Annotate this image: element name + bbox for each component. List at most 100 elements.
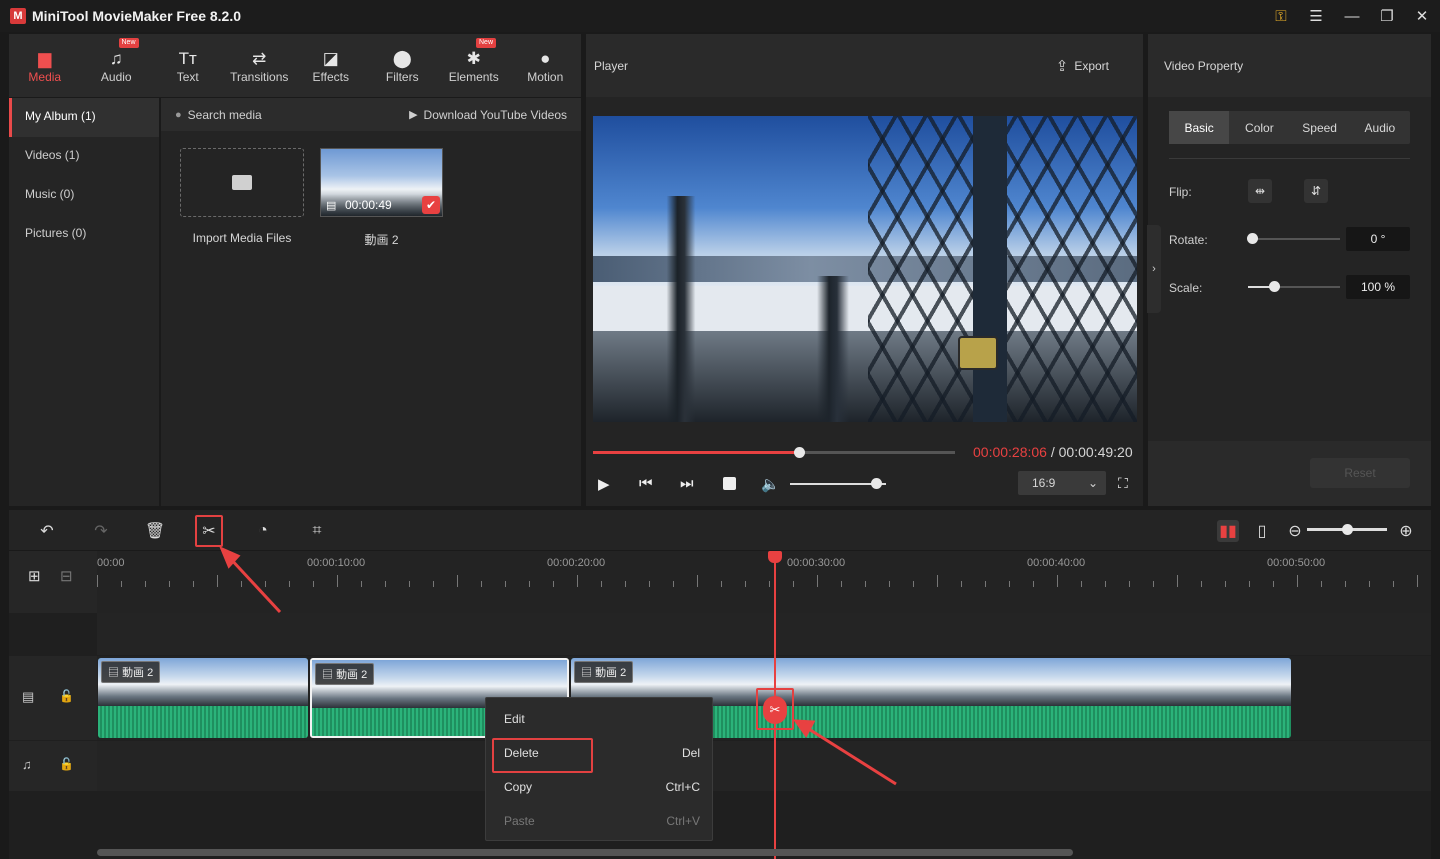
minimize-button[interactable]: — — [1335, 0, 1369, 32]
player-panel: Player ⇪ Export 00:00:28:06 / 00:00:49:2… — [586, 34, 1143, 506]
maximize-button[interactable]: ❐ — [1370, 0, 1404, 32]
aspect-ratio-select[interactable]: 16:9 ⌄ — [1018, 471, 1106, 495]
ruler-tick — [121, 581, 122, 587]
stop-button[interactable] — [723, 477, 736, 490]
speed-icon[interactable]: ◔ — [252, 520, 274, 542]
tab-effects[interactable]: ◪ Effects — [295, 34, 367, 97]
rotate-knob[interactable] — [1247, 233, 1258, 244]
scale-knob[interactable] — [1268, 281, 1280, 292]
menu-item-copy[interactable]: Copy Ctrl+C — [492, 770, 708, 804]
tab-basic[interactable]: Basic — [1169, 111, 1230, 144]
ruler-tick — [313, 581, 314, 587]
menu-item-paste[interactable]: Paste Ctrl+V — [492, 804, 708, 838]
tab-audio[interactable]: New ♫ Audio — [81, 34, 153, 97]
reset-button[interactable]: Reset — [1310, 458, 1410, 488]
progress-track[interactable] — [593, 447, 955, 458]
rotate-input[interactable]: 0 ° — [1346, 227, 1410, 251]
sidebar-item-my-album[interactable]: My Album (1) — [9, 98, 159, 137]
timeline-ruler[interactable]: 00:00 00:00:10:00 00:00:20:00 00:00:30:0… — [97, 551, 1431, 613]
key-icon[interactable]: ⚿ — [1264, 0, 1298, 32]
menu-icon[interactable]: ☰ — [1299, 0, 1333, 32]
main-toolbar: ▆ Media New ♫ Audio Tт Text ⇄ Transition… — [9, 34, 581, 97]
clip-label-text: 動画 2 — [336, 669, 368, 681]
volume-knob[interactable] — [871, 478, 883, 489]
split-screen-icon[interactable]: ▮▮ — [1217, 520, 1239, 542]
cable-car — [958, 336, 998, 370]
scale-slider[interactable] — [1248, 281, 1340, 292]
sidebar-item-pictures[interactable]: Pictures (0) — [9, 215, 159, 254]
close-button[interactable]: ✕ — [1405, 0, 1439, 32]
zoom-in-icon[interactable]: ⊕ — [1395, 520, 1417, 542]
audio-track[interactable] — [97, 741, 1431, 791]
volume-icon[interactable]: 🔈 — [761, 475, 780, 493]
search-icon: ● — [175, 108, 182, 121]
flip-vertical-icon[interactable]: ⇵ — [1304, 179, 1328, 203]
tab-transitions[interactable]: ⇄ Transitions — [224, 34, 296, 97]
sidebar-item-videos[interactable]: Videos (1) — [9, 137, 159, 176]
tab-text[interactable]: Tт Text — [152, 34, 224, 97]
zoom-out-icon[interactable]: ⊖ — [1284, 520, 1306, 542]
audio-waveform-icon[interactable]: ▯ — [1251, 520, 1273, 542]
ruler-tick — [961, 581, 962, 587]
play-button[interactable]: ▶ — [598, 475, 610, 493]
lock-icon[interactable]: 🔓 — [59, 689, 74, 703]
video-track-header: ▤ 🔓 — [9, 656, 97, 740]
sidebar-item-music[interactable]: Music (0) — [9, 176, 159, 215]
ruler-label: 00:00:30:00 — [787, 557, 846, 569]
flip-horizontal-icon[interactable]: ⇹ — [1248, 179, 1272, 203]
film-icon: ▤ — [108, 667, 123, 679]
check-icon: ✔ — [422, 196, 440, 214]
timeline-scrollbar[interactable] — [97, 849, 1073, 856]
download-youtube-button[interactable]: ▶ Download YouTube Videos — [409, 108, 567, 122]
zoom-knob[interactable] — [1342, 524, 1353, 535]
tab-elements[interactable]: New ✱ Elements — [438, 34, 510, 97]
ruler-tick — [169, 581, 170, 587]
prev-frame-button[interactable]: ⏮ — [639, 475, 653, 492]
tab-media[interactable]: ▆ Media — [9, 34, 81, 97]
ruler-tick — [553, 581, 554, 587]
tab-color[interactable]: Color — [1229, 111, 1289, 144]
menu-item-label: Copy — [504, 780, 533, 794]
undo-icon[interactable]: ↶ — [36, 520, 58, 542]
video-preview[interactable] — [593, 116, 1137, 422]
tab-speed[interactable]: Speed — [1290, 111, 1350, 144]
progress-knob[interactable] — [794, 447, 806, 458]
media-thumbnail[interactable]: ▤ 00:00:49 ✔ — [320, 148, 443, 217]
fullscreen-icon[interactable]: ⛶ — [1118, 475, 1128, 492]
ruler-tick — [1081, 581, 1082, 587]
menu-item-shortcut: Ctrl+V — [666, 814, 700, 828]
volume-slider[interactable] — [790, 478, 886, 489]
ruler-tick — [1057, 575, 1058, 587]
tab-label: Effects — [312, 69, 349, 84]
playhead-handle[interactable] — [768, 551, 782, 563]
menu-item-edit[interactable]: Edit — [492, 702, 708, 736]
tab-motion[interactable]: ● Motion — [510, 34, 582, 97]
ruler-tick — [505, 581, 506, 587]
remove-track-icon[interactable]: ⊟ — [60, 567, 73, 585]
export-button[interactable]: ⇪ Export — [1056, 57, 1109, 75]
scale-input[interactable]: 100 % — [1346, 275, 1410, 299]
overlay-track[interactable] — [97, 613, 1431, 655]
lock-icon[interactable]: 🔓 — [59, 757, 74, 771]
import-media-button[interactable] — [180, 148, 304, 217]
crop-icon[interactable]: ⌗ — [306, 520, 328, 542]
ruler-tick — [1201, 581, 1202, 587]
next-frame-button[interactable]: ⏭ — [680, 475, 694, 492]
add-track-icon[interactable]: ⊞ — [28, 567, 41, 585]
redo-icon[interactable]: ↷ — [90, 520, 112, 542]
rotate-label: Rotate: — [1169, 233, 1208, 247]
rotate-slider[interactable] — [1247, 233, 1340, 244]
tab-label: Transitions — [230, 69, 289, 84]
zoom-slider[interactable] — [1307, 524, 1387, 535]
tower-pillar — [973, 116, 1007, 422]
tab-audio[interactable]: Audio — [1350, 111, 1410, 144]
ruler-tick — [745, 581, 746, 587]
clip-label: ▤ 動画 2 — [315, 663, 375, 685]
tab-filters[interactable]: ⬤ Filters — [367, 34, 439, 97]
panel-collapse-chevron-icon[interactable]: › — [1147, 225, 1161, 313]
delete-icon[interactable]: 🗑 — [144, 520, 166, 542]
timeline-clip[interactable]: ▤ 動画 2 — [98, 658, 308, 738]
film-icon: ▤ — [22, 689, 35, 704]
search-input[interactable]: ● Search media — [175, 108, 262, 122]
motion-icon: ● — [540, 48, 551, 68]
